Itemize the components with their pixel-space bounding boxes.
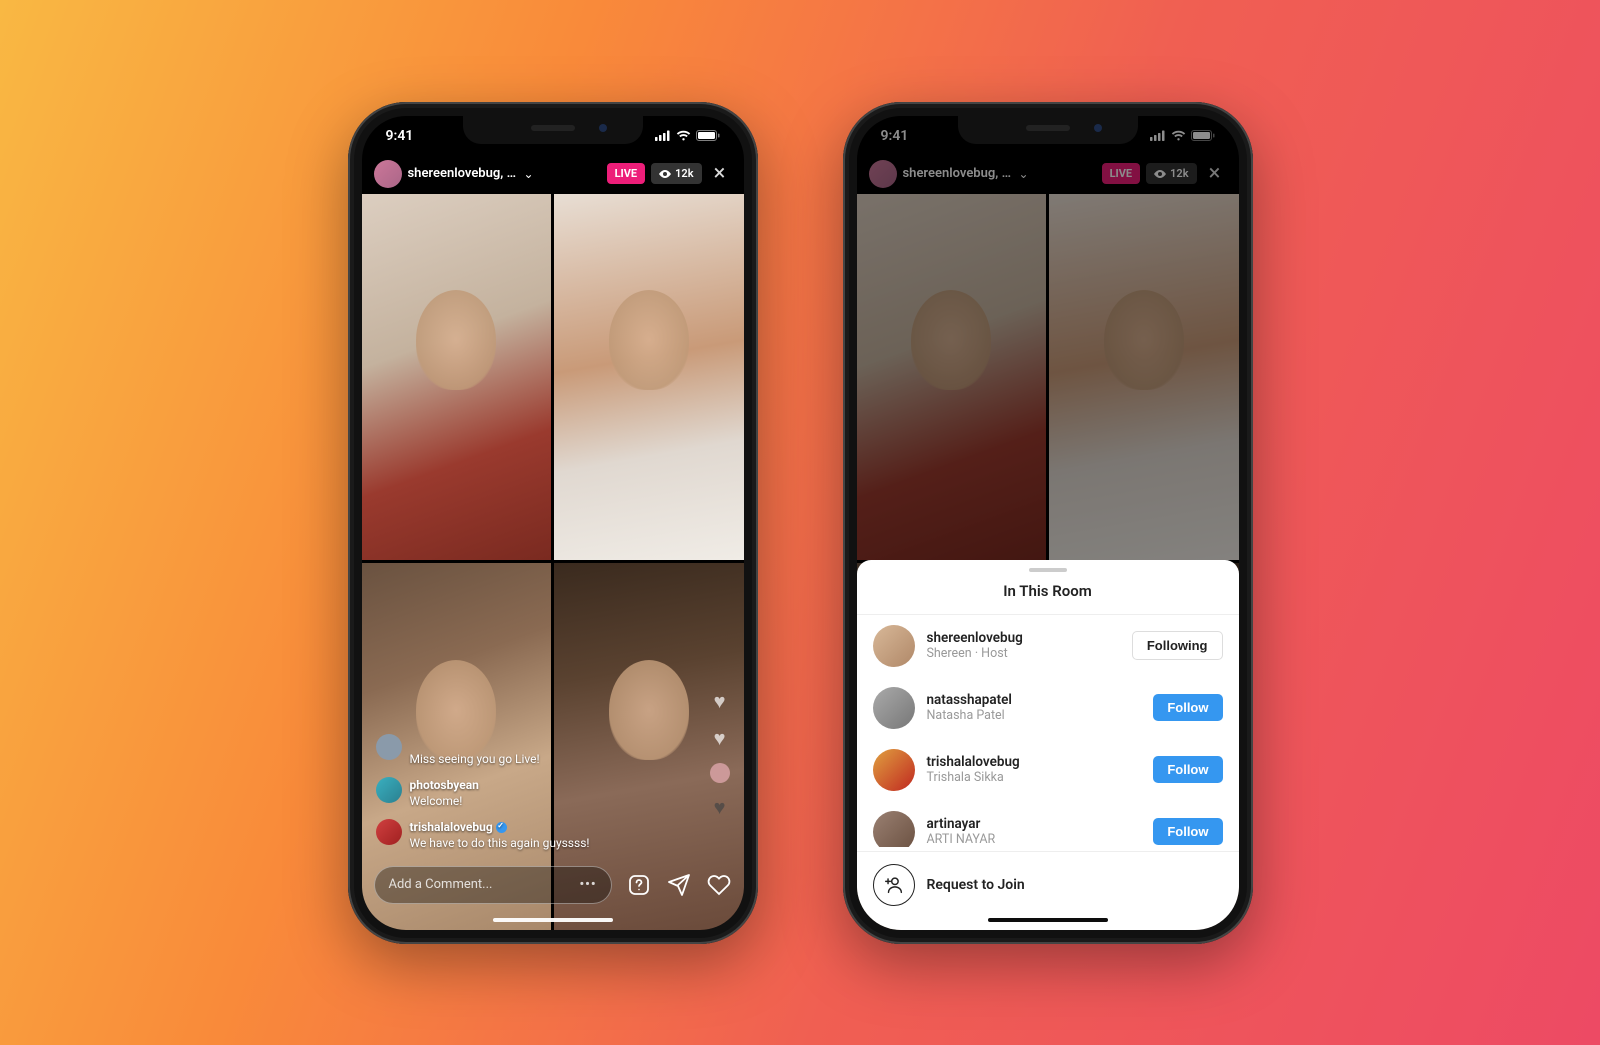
participant-subtitle: Natasha Patel [927,708,1142,723]
more-icon[interactable]: ••• [579,877,596,892]
phone-device-left: 9:41 shereenlovebug, n... ⌄ LIVE [348,102,758,944]
bottom-action-bar: Add a Comment... ••• [374,866,732,904]
heart-icon: ♥ [714,795,726,820]
host-username[interactable]: shereenlovebug, n... [408,166,518,181]
host-avatar[interactable] [869,160,897,188]
device-notch [958,116,1138,144]
close-icon[interactable]: × [708,161,732,186]
request-to-join-row[interactable]: Request to Join [857,851,1239,910]
follow-button[interactable]: Follow [1153,818,1222,845]
following-button[interactable]: Following [1132,631,1223,660]
status-time: 9:41 [386,128,414,144]
home-indicator[interactable] [988,918,1108,922]
participant-list: shereenlovebug Shereen · Host Following … [857,615,1239,847]
comment-text: Miss seeing you go Live! [410,751,540,767]
comment-placeholder: Add a Comment... [389,877,493,892]
participant-row: trishalalovebug Trishala Sikka Follow [857,739,1239,801]
reaction-avatar [710,763,730,783]
share-icon[interactable] [666,872,692,898]
live-badge: LIVE [1102,163,1141,184]
video-tile-1[interactable] [362,194,552,561]
wifi-icon [676,130,691,141]
request-join-label: Request to Join [927,877,1025,893]
comment-text: Welcome! [410,793,479,809]
participant-subtitle: Shereen · Host [927,646,1120,661]
live-header: shereenlovebug, n... ⌄ LIVE 12k × [374,160,732,188]
chevron-down-icon[interactable]: ⌄ [1019,167,1029,181]
signal-icon [1150,130,1166,141]
eye-icon [1154,170,1166,178]
heart-reactions: ♥ ♥ ♥ [710,689,730,820]
viewer-count-value: 12k [675,167,693,180]
comment-username[interactable]: photosbyean [410,777,479,793]
phone-device-right: 9:41 shereenlovebug, n... ⌄ LIVE [843,102,1253,944]
participant-row: natasshapatel Natasha Patel Follow [857,677,1239,739]
comment-input[interactable]: Add a Comment... ••• [374,866,612,904]
participant-avatar[interactable] [873,625,915,667]
host-username[interactable]: shereenlovebug, n... [903,166,1013,181]
device-notch [463,116,643,144]
comment-avatar[interactable] [376,819,402,845]
home-indicator[interactable] [493,918,613,922]
verified-icon [496,822,507,833]
request-join-icon [873,864,915,906]
status-indicators [655,130,720,141]
signal-icon [655,130,671,141]
battery-icon [1191,130,1215,141]
viewer-count[interactable]: 12k [651,163,701,184]
heart-icon: ♥ [714,726,726,751]
participant-subtitle: Trishala Sikka [927,770,1142,785]
video-tile-2[interactable] [554,194,744,561]
comments-list: Miss seeing you go Live! photosbyean Wel… [376,734,664,851]
comment-item: Miss seeing you go Live! [376,734,664,766]
like-icon[interactable] [706,872,732,898]
chevron-down-icon[interactable]: ⌄ [524,167,534,181]
follow-button[interactable]: Follow [1153,756,1222,783]
follow-button[interactable]: Follow [1153,694,1222,721]
phone-screen-left: 9:41 shereenlovebug, n... ⌄ LIVE [362,116,744,930]
participant-username[interactable]: shereenlovebug [927,630,1120,646]
wifi-icon [1171,130,1186,141]
comment-item: photosbyean Welcome! [376,777,664,809]
viewer-count-value: 12k [1170,167,1188,180]
participant-subtitle: ARTI NAYAR [927,832,1142,847]
participant-username[interactable]: trishalalovebug [927,754,1142,770]
live-header: shereenlovebug, n... ⌄ LIVE 12k × [869,160,1227,188]
status-indicators [1150,130,1215,141]
comment-username[interactable]: trishalalovebug [410,819,507,835]
viewer-count[interactable]: 12k [1146,163,1196,184]
heart-icon: ♥ [714,689,726,714]
participant-row: shereenlovebug Shereen · Host Following [857,615,1239,677]
phone-screen-right: 9:41 shereenlovebug, n... ⌄ LIVE [857,116,1239,930]
sheet-handle[interactable] [1029,568,1067,572]
battery-icon [696,130,720,141]
participant-avatar[interactable] [873,687,915,729]
room-sheet: In This Room shereenlovebug Shereen · Ho… [857,560,1239,930]
participant-avatar[interactable] [873,749,915,791]
status-time: 9:41 [881,128,909,144]
live-badge: LIVE [607,163,646,184]
eye-icon [659,170,671,178]
question-icon[interactable] [626,872,652,898]
participant-username[interactable]: natasshapatel [927,692,1142,708]
comment-avatar[interactable] [376,734,402,760]
close-icon[interactable]: × [1203,161,1227,186]
comment-item: trishalalovebug We have to do this again… [376,819,664,851]
participant-avatar[interactable] [873,811,915,847]
comment-avatar[interactable] [376,777,402,803]
sheet-title: In This Room [857,576,1239,615]
comment-text: We have to do this again guyssss! [410,835,590,851]
host-avatar[interactable] [374,160,402,188]
participant-row: artinayar ARTI NAYAR Follow [857,801,1239,847]
participant-username[interactable]: artinayar [927,816,1142,832]
